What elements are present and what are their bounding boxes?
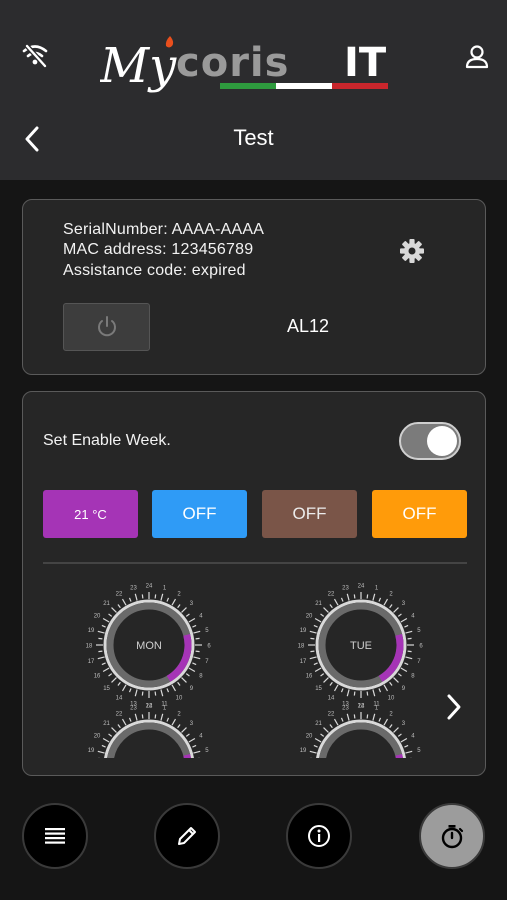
mac-address: MAC address: 123456789	[63, 241, 254, 258]
wifi-off-icon[interactable]	[20, 40, 50, 75]
nav-list-button[interactable]	[22, 803, 88, 869]
dial-hour-label: 4	[411, 614, 415, 620]
dial-hour-label: 6	[419, 644, 423, 650]
dial-hour-label: 1	[163, 586, 167, 592]
user-icon[interactable]	[464, 44, 490, 75]
app-header: My coris IT Test	[0, 0, 507, 180]
dial-day-mon[interactable]: MON	[136, 640, 162, 652]
dial-hour-label: 19	[300, 628, 307, 634]
nav-timer-button[interactable]	[419, 803, 485, 869]
dial-hour-label: 22	[328, 592, 335, 598]
dial-hour-label: 20	[306, 614, 313, 620]
dial-hour-label: 10	[388, 695, 395, 701]
dial-hour-label: 15	[103, 686, 110, 692]
dial-hour-label: 5	[417, 748, 421, 754]
dial-hour-label: 14	[116, 695, 123, 701]
dial-thu[interactable]: 123456789101112131415161718192021222324	[298, 704, 424, 778]
dial-hour-label: 21	[103, 721, 110, 727]
dial-hour-label: 22	[116, 712, 123, 718]
assistance-code: Assistance code: expired	[63, 262, 246, 279]
dial-hour-label: 19	[300, 748, 307, 754]
dial-hour-label: 21	[315, 601, 322, 607]
dial-hour-label: 4	[199, 734, 203, 740]
dial-hour-label: 14	[328, 695, 335, 701]
chevron-right-icon	[447, 694, 461, 720]
week-schedule-card: Set Enable Week. 21 °C OFF OFF OFF 12345…	[22, 391, 486, 776]
dial-hour-label: 10	[176, 695, 183, 701]
dial-hour-label: 3	[402, 601, 406, 607]
dial-hour-label: 2	[177, 712, 181, 718]
dial-hour-label: 3	[190, 721, 194, 727]
dial-hour-label: 23	[130, 586, 137, 592]
day-dials: 1234567891011121314151617181920212223 24 1…	[86, 584, 424, 778]
dial-hour-label: 23	[342, 706, 349, 712]
dial-hour-label: 2	[389, 712, 393, 718]
dial-wed[interactable]: 123456789101112131415161718192021222324	[86, 704, 212, 778]
svg-text:IT: IT	[344, 40, 387, 86]
svg-text:coris: coris	[176, 40, 289, 86]
edit-icon	[178, 827, 196, 845]
dial-hour-label: 5	[417, 628, 421, 634]
dial-hour-label: 6	[419, 764, 423, 770]
gear-icon[interactable]	[399, 238, 425, 264]
power-icon	[97, 316, 116, 337]
dial-hour-label: 6	[207, 764, 211, 770]
dial-hour-label: 15	[315, 686, 322, 692]
dial-hour-label: 4	[199, 614, 203, 620]
dial-hour-label: 3	[402, 721, 406, 727]
dial-hour-label: 22	[116, 592, 123, 598]
dial-hour-label: 4	[411, 734, 415, 740]
dial-hour-label: 24	[358, 584, 365, 590]
dial-hour-label: 8	[411, 674, 415, 680]
dial-hour-label: 6	[207, 644, 211, 650]
device-info-card: SerialNumber: AAAA-AAAA MAC address: 123…	[22, 199, 486, 375]
dial-hour-label: 19	[88, 748, 95, 754]
dial-hour-label: 17	[88, 659, 95, 665]
device-name: AL12	[286, 316, 330, 336]
dial-hour-label: 7	[417, 659, 421, 665]
info-icon	[308, 825, 330, 847]
mycorisit-logo: My coris IT	[99, 30, 410, 94]
page-title: Test	[233, 125, 274, 150]
nav-edit-button[interactable]	[154, 803, 220, 869]
dial-hour-label: 23	[130, 706, 137, 712]
svg-text:My: My	[100, 38, 177, 94]
dial-hour-label: 9	[190, 686, 194, 692]
dial-hour-label: 23	[342, 586, 349, 592]
dial-hour-label: 20	[94, 614, 101, 620]
dial-hour-label: 18	[86, 764, 93, 770]
next-days-button[interactable]	[441, 692, 467, 722]
dial-hour-label: 20	[94, 734, 101, 740]
dial-hour-label: 17	[300, 659, 307, 665]
dial-hour-label: 8	[199, 674, 203, 680]
dial-hour-label: 22	[328, 712, 335, 718]
dial-hour-label: 2	[389, 592, 393, 598]
dial-hour-label: 24	[358, 704, 365, 710]
timer-icon	[441, 825, 464, 849]
nav-info-button[interactable]	[286, 803, 352, 869]
dial-day-tue[interactable]: TUE	[350, 640, 372, 652]
dial-hour-label: 20	[306, 734, 313, 740]
dial-hour-label: 3	[190, 601, 194, 607]
dial-hour-label: 18	[298, 764, 305, 770]
list-icon	[45, 828, 65, 844]
dial-hour-label: 19	[88, 628, 95, 634]
dial-hour-label: 18	[298, 644, 305, 650]
dial-hour-label: 24	[146, 584, 153, 590]
dial-hour-label: 21	[315, 721, 322, 727]
dial-hour-label: 9	[402, 686, 406, 692]
power-button[interactable]	[63, 303, 150, 351]
dial-hour-label: 18	[86, 644, 93, 650]
dial-hour-label: 24	[146, 704, 153, 710]
dial-hour-label: 1	[375, 586, 379, 592]
dial-hour-label: 16	[306, 674, 313, 680]
dial-hour-label: 5	[205, 628, 209, 634]
dial-hour-label: 21	[103, 601, 110, 607]
serial-number: SerialNumber: AAAA-AAAA	[63, 221, 265, 238]
dial-hour-label: 7	[205, 659, 209, 665]
dial-hour-label: 2	[177, 592, 181, 598]
dial-hour-label: 5	[205, 748, 209, 754]
dial-hour-label: 16	[94, 674, 101, 680]
